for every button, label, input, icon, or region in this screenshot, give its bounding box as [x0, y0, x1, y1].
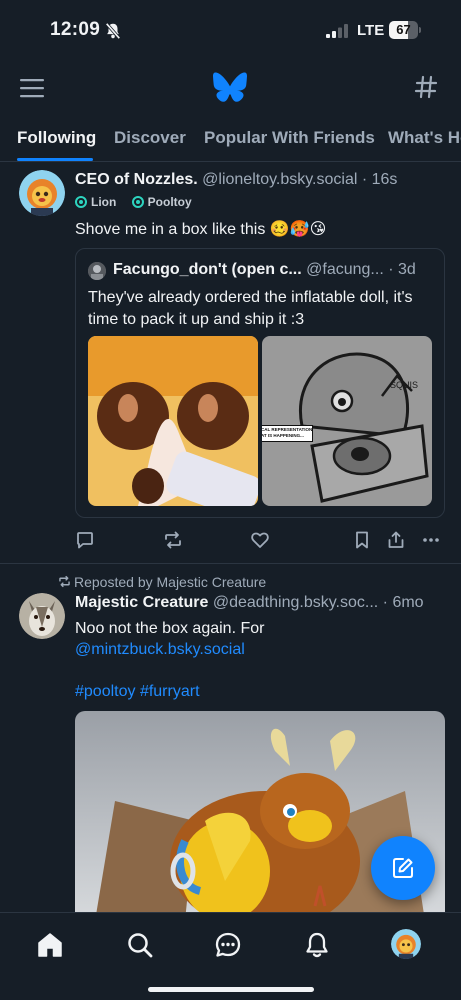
avatar[interactable]	[19, 593, 65, 639]
author-handle[interactable]: @deadthing.bsky.soc...	[213, 594, 378, 611]
author-handle[interactable]: @lioneltoy.bsky.social	[202, 171, 357, 188]
quote-time: 3d	[397, 261, 416, 278]
post-time[interactable]: 16s	[372, 171, 398, 188]
profile-avatar[interactable]	[391, 929, 421, 959]
mention-link[interactable]: @mintzbuck.bsky.social	[75, 639, 445, 660]
hashtag-links[interactable]: #pooltoy #furryart	[75, 681, 445, 702]
quote-author-handle: @facung...	[306, 261, 384, 278]
quote-image-right[interactable]: SQUIS CAL REPRESENTATION AT IS HAPPENING…	[262, 336, 432, 506]
quote-image-caption: CAL REPRESENTATION AT IS HAPPENING...	[262, 425, 313, 442]
repost-icon[interactable]	[163, 530, 183, 550]
search-icon[interactable]	[126, 931, 154, 959]
quote-header: Facungo_don't (open c... @facung... · 3d	[113, 261, 416, 278]
share-icon[interactable]	[386, 530, 406, 550]
like-icon[interactable]	[250, 530, 270, 550]
author-name[interactable]: CEO of Nozzles.	[75, 171, 198, 188]
label-icon	[75, 196, 87, 208]
compose-icon	[393, 858, 413, 878]
bottom-nav	[0, 912, 461, 1000]
notifications-icon[interactable]	[303, 931, 331, 959]
post-item[interactable]: CEO of Nozzles. @lioneltoy.bsky.social ·…	[0, 0, 461, 562]
post-text: Shove me in a box like this 🥴🥵😘	[75, 221, 327, 238]
quote-text: They've already ordered the inflatable d…	[88, 289, 413, 328]
label-lion[interactable]: Lion	[75, 195, 116, 209]
repost-small-icon	[59, 575, 70, 588]
label-icon	[131, 196, 144, 208]
quoted-post[interactable]: Facungo_don't (open c... @facung... · 3d…	[75, 248, 445, 518]
avatar[interactable]	[19, 170, 65, 216]
post-header: CEO of Nozzles. @lioneltoy.bsky.social ·…	[75, 171, 398, 188]
quote-author-name: Facungo_don't (open c...	[113, 261, 302, 278]
more-icon[interactable]	[421, 530, 441, 550]
home-icon[interactable]	[36, 931, 64, 959]
author-name[interactable]: Majestic Creature	[75, 594, 208, 611]
post-text: Noo not the box again. For @mintzbuck.bs…	[75, 618, 445, 702]
quote-image-caption-right: SQUIS	[390, 380, 418, 390]
chat-icon[interactable]	[214, 931, 242, 959]
post-header: Majestic Creature @deadthing.bsky.soc...…	[75, 594, 424, 611]
quote-image-left[interactable]	[88, 336, 258, 506]
content-labels: Lion Pooltoy	[75, 195, 204, 211]
reply-icon[interactable]	[75, 530, 95, 550]
bookmark-icon[interactable]	[352, 530, 372, 550]
quote-avatar	[88, 262, 106, 280]
post-actions	[75, 530, 445, 554]
label-pooltoy[interactable]: Pooltoy	[131, 195, 192, 209]
home-indicator	[148, 987, 314, 992]
repost-indicator[interactable]: Reposted by Majestic Creature	[58, 574, 266, 590]
compose-button[interactable]	[371, 836, 435, 900]
post-time[interactable]: 6mo	[392, 594, 423, 611]
